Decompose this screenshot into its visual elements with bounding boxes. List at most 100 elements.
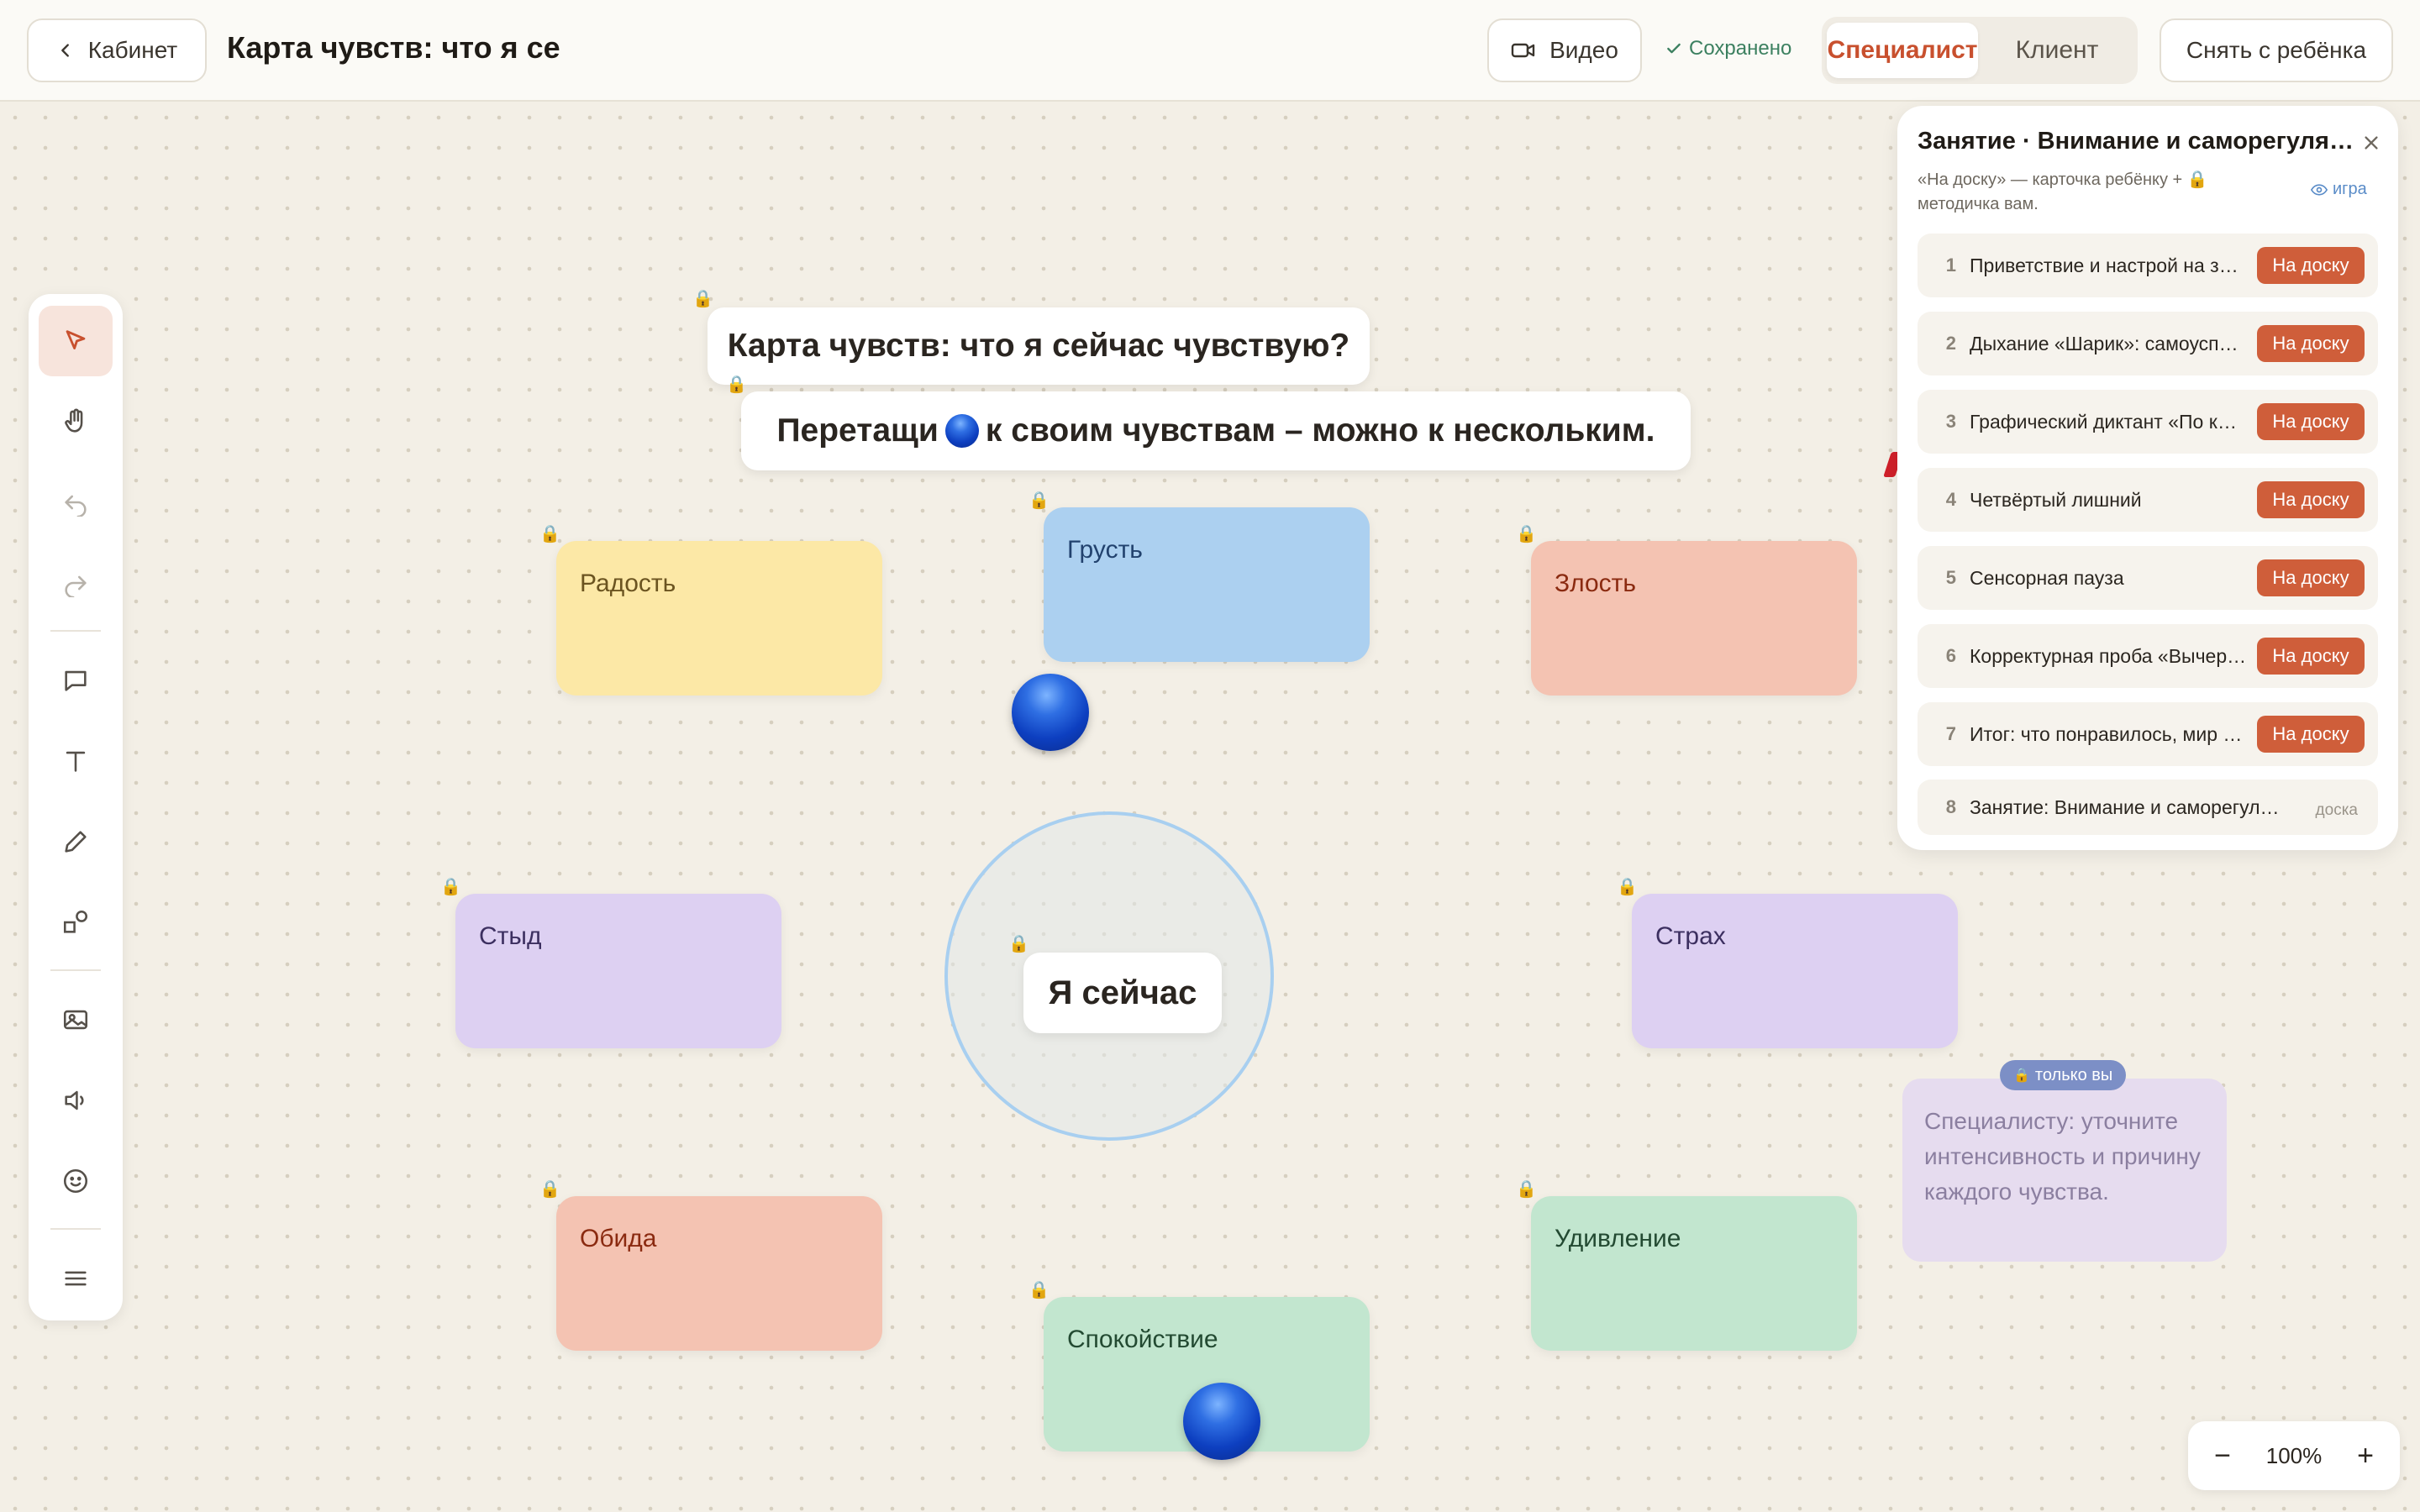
to-board-button[interactable]: На доску (2257, 403, 2365, 440)
to-board-button[interactable]: На доску (2257, 716, 2365, 753)
lesson-panel: Занятие · Внимание и саморегуляция «На д… (1897, 106, 2398, 850)
emotion-card-anger[interactable]: Злость (1531, 541, 1857, 696)
role-specialist-tab[interactable]: Специалист (1827, 23, 1978, 78)
step-label: Приветствие и настрой на занятие (1970, 254, 2247, 276)
lock-icon: 🔒 (1516, 1180, 1537, 1199)
smiley-icon (63, 1168, 88, 1194)
center-label-card[interactable]: Я сейчас (1023, 953, 1222, 1033)
emoji-tool-button[interactable] (39, 1146, 113, 1216)
text-icon (66, 751, 86, 772)
specialist-note[interactable]: Специалисту: уточните интенсивность и пр… (1902, 1079, 2227, 1262)
lock-icon: 🔒 (539, 1180, 560, 1199)
lock-icon: 🔒 (539, 525, 560, 543)
lesson-step[interactable]: 3 Графический диктант «По клеточкам» На … (1918, 390, 2378, 454)
step-number: 3 (1945, 411, 1956, 432)
lesson-step[interactable]: 6 Корректурная проба «Вычеркни» На доску (1918, 624, 2378, 688)
lock-icon: 🔒 (1617, 878, 1638, 896)
save-status: Сохранено (1665, 37, 1791, 60)
step-tag: доска (2315, 801, 2358, 819)
zoom-level: 100% (2265, 1442, 2323, 1468)
lesson-step[interactable]: 8 Занятие: Внимание и саморегуляция доск… (1918, 780, 2378, 835)
close-panel-button[interactable] (2358, 129, 2385, 156)
to-board-button[interactable]: На доску (2257, 481, 2365, 518)
audio-tool-button[interactable] (39, 1065, 113, 1136)
speech-bubble-icon (65, 670, 87, 691)
to-board-button[interactable]: На доску (2257, 638, 2365, 675)
emotion-card-fear[interactable]: Страх (1632, 894, 1958, 1048)
emotion-card-resentment[interactable]: Обида (556, 1196, 882, 1351)
redo-icon (65, 575, 87, 597)
remove-from-child-button[interactable]: Снять с ребёнка (2160, 18, 2393, 82)
emotion-card-surprise[interactable]: Удивление (1531, 1196, 1857, 1351)
pencil-icon (65, 831, 87, 853)
step-number: 2 (1945, 333, 1956, 354)
to-board-button[interactable]: На доску (2257, 559, 2365, 596)
step-number: 1 (1945, 255, 1956, 276)
game-label: игра (2333, 180, 2367, 198)
lesson-step[interactable]: 4 Четвёртый лишний На доску (1918, 468, 2378, 532)
board-title-card[interactable]: Карта чувств: что я сейчас чувствую? (708, 307, 1370, 385)
step-label: Занятие: Внимание и саморегуляция (1970, 795, 2289, 818)
image-icon (63, 1010, 88, 1030)
eye-icon (2311, 183, 2328, 196)
emotion-card-sadness[interactable]: Грусть (1044, 507, 1370, 662)
pen-tool-button[interactable] (39, 806, 113, 877)
panel-title: Занятие · Внимание и саморегуляция (1918, 128, 2354, 155)
select-tool-button[interactable] (39, 306, 113, 376)
instruction-card[interactable]: Перетащи к своим чувствам – можно к неск… (741, 391, 1691, 470)
top-bar: Кабинет Карта чувств: что я сейчас чувст… (0, 0, 2420, 102)
emotion-label: Злость (1555, 570, 1637, 597)
step-label: Итог: что понравилось, мир настроения (1970, 722, 2247, 745)
step-number: 7 (1945, 723, 1956, 744)
undo-icon (65, 495, 87, 517)
role-client-tab[interactable]: Клиент (1981, 23, 2133, 78)
menu-button[interactable] (39, 1243, 113, 1314)
emotion-label: Страх (1655, 922, 1726, 950)
lock-icon: 🔒 (440, 878, 461, 896)
document-title[interactable]: Карта чувств: что я сейчас чувствую? (227, 30, 560, 72)
hand-tool-button[interactable] (39, 386, 113, 457)
text-tool-button[interactable] (39, 726, 113, 796)
zoom-in-button[interactable]: + (2353, 1440, 2378, 1473)
emotion-label: Стыд (479, 922, 542, 950)
lock-icon: 🔒 (1028, 491, 1050, 510)
instruction-before: Перетащи (776, 412, 939, 449)
video-button[interactable]: Видео (1487, 18, 1642, 82)
to-board-button[interactable]: На доску (2257, 247, 2365, 284)
step-number: 4 (1945, 489, 1956, 510)
shapes-tool-button[interactable] (39, 887, 113, 958)
lesson-step[interactable]: 7 Итог: что понравилось, мир настроения … (1918, 702, 2378, 766)
role-switch: Специалист Клиент (1822, 17, 2138, 84)
note-text: Специалисту: уточните интенсивность и пр… (1924, 1108, 2201, 1205)
toolbar-divider (50, 630, 101, 632)
game-link[interactable]: игра (2311, 180, 2367, 199)
step-label: Сенсорная пауза (1970, 566, 2124, 589)
undo-button[interactable] (39, 467, 113, 538)
emotion-card-joy[interactable]: Радость (556, 541, 882, 696)
draggable-ball[interactable] (1012, 674, 1089, 751)
back-button[interactable]: Кабинет (27, 18, 207, 82)
hand-icon (65, 408, 83, 433)
step-label: Дыхание «Шарик»: самоуспокоение (1970, 332, 2247, 354)
emotion-label: Удивление (1555, 1225, 1681, 1252)
zoom-out-button[interactable]: − (2210, 1440, 2235, 1473)
panel-subtitle: «На доску» — карточка ребёнку + 🔒 методи… (1918, 171, 2208, 213)
emotion-card-shame[interactable]: Стыд (455, 894, 781, 1048)
draggable-ball[interactable] (1183, 1383, 1260, 1460)
speaker-icon (65, 1090, 84, 1110)
lock-icon: 🔒 (726, 375, 747, 394)
chevron-left-icon (60, 44, 69, 57)
to-board-button[interactable]: На доску (2257, 325, 2365, 362)
comment-tool-button[interactable] (39, 645, 113, 716)
lesson-step[interactable]: 5 Сенсорная пауза На доску (1918, 546, 2378, 610)
lesson-step[interactable]: 1 Приветствие и настрой на занятие На до… (1918, 234, 2378, 297)
private-badge: 🔒 только вы (2000, 1060, 2127, 1090)
redo-button[interactable] (39, 548, 113, 618)
lesson-step[interactable]: 2 Дыхание «Шарик»: самоуспокоение На дос… (1918, 312, 2378, 375)
emotion-label: Спокойствие (1067, 1326, 1218, 1353)
close-icon (2365, 136, 2378, 150)
step-label: Корректурная проба «Вычеркни» (1970, 644, 2247, 667)
image-tool-button[interactable] (39, 984, 113, 1055)
emotion-label: Обида (580, 1225, 657, 1252)
lock-icon: 🔒 (2013, 1068, 2030, 1083)
